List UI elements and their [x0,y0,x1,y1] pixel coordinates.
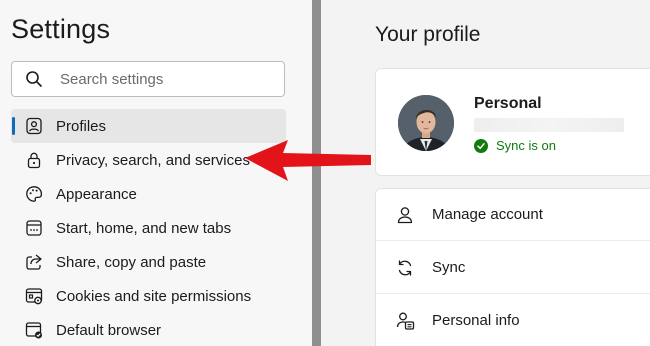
sidebar-item-label: Cookies and site permissions [56,287,252,305]
row-divider [376,293,650,294]
personal-info-icon [396,312,415,330]
check-circle-icon [474,138,488,153]
tabs-icon [26,220,42,236]
avatar[interactable] [398,95,454,151]
person-icon [397,207,413,224]
page-title: Your profile [375,23,481,46]
manage-account-row[interactable]: Manage account [376,189,650,241]
annotation-arrow-icon [245,140,371,181]
sync-row[interactable]: Sync [376,242,650,294]
personal-info-row[interactable]: Personal info [376,295,650,346]
profile-menu-card: Manage account Sync Personal info [375,188,650,346]
palette-icon [26,186,43,202]
default-browser-icon [25,322,42,339]
share-icon [26,254,42,270]
menu-item-label: Sync [432,259,466,276]
search-icon [26,71,42,87]
profile-name: Personal [474,95,542,112]
sidebar-item-label: Appearance [56,185,137,203]
sidebar-item-default-browser[interactable]: Default browser [11,313,286,346]
profile-icon [26,117,42,135]
sidebar-item-label: Start, home, and new tabs [56,219,232,237]
lock-icon [27,152,41,169]
sidebar-item-cookies[interactable]: Cookies and site permissions [11,279,286,313]
sidebar-item-start-home[interactable]: Start, home, and new tabs [11,211,286,245]
profile-card: Personal Sync is on [375,68,650,176]
sidebar-item-label: Default browser [56,321,162,339]
menu-item-label: Manage account [432,206,543,223]
avatar-photo [398,95,454,151]
sidebar-item-label: Privacy, search, and services [56,151,250,169]
search-box[interactable] [11,61,285,97]
sidebar-item-label: Share, copy and paste [56,253,207,271]
sidebar-item-label: Profiles [56,117,107,135]
cookies-icon [25,288,43,305]
menu-item-label: Personal info [432,312,520,329]
row-divider [376,240,650,241]
active-indicator [12,117,15,135]
search-input[interactable] [60,69,270,89]
redacted-email [474,118,624,132]
sync-status-text: Sync is on [496,138,556,153]
sidebar-item-share[interactable]: Share, copy and paste [11,245,286,279]
sync-status: Sync is on [474,138,556,153]
settings-title: Settings [11,14,111,44]
sync-icon [398,260,412,276]
